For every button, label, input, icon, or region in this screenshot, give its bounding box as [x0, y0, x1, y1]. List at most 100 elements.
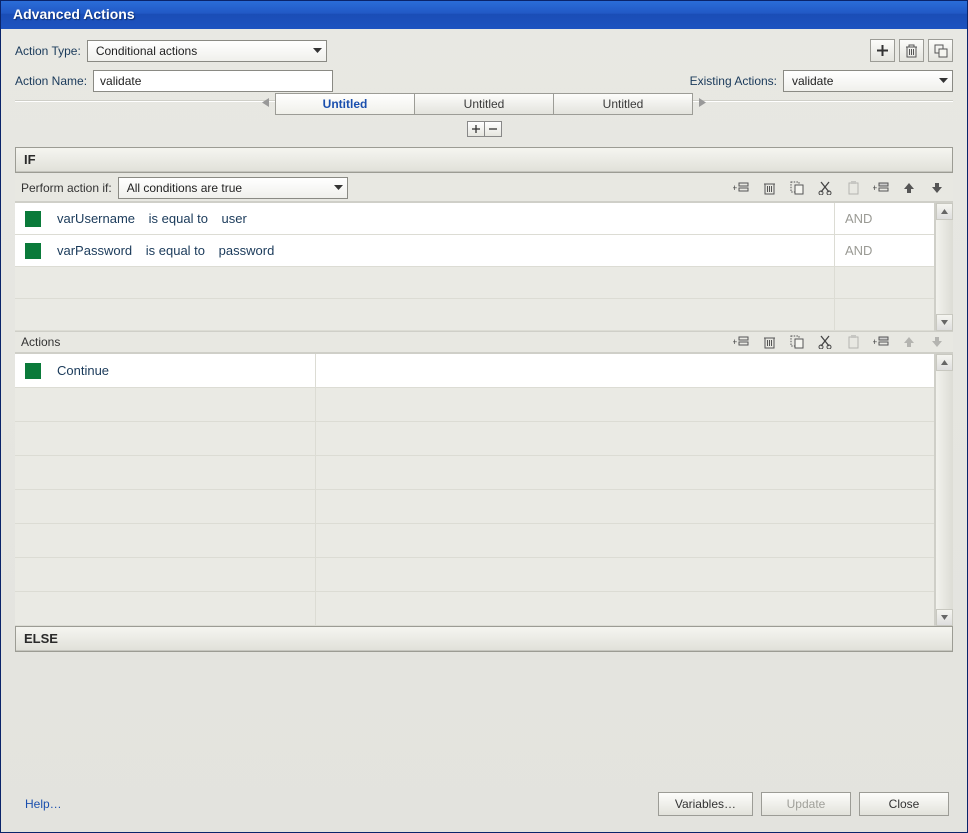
add-tab-button[interactable]: [467, 121, 485, 137]
actions-scrollbar[interactable]: [935, 354, 953, 626]
move-condition-down-button[interactable]: [929, 180, 945, 196]
actions-subheader: Actions + +: [15, 331, 953, 353]
chevron-down-icon: [303, 48, 322, 54]
chevron-down-icon: [324, 185, 343, 191]
condition-join[interactable]: AND: [834, 203, 934, 234]
window-titlebar: Advanced Actions: [1, 1, 967, 29]
condition-text: varUsername is equal to user: [51, 211, 834, 226]
tab-add-remove-row: [15, 115, 953, 147]
scroll-up-icon[interactable]: [936, 203, 953, 220]
arrow-down-icon: [931, 336, 943, 348]
condition-row[interactable]: varUsername is equal to user AND: [15, 203, 934, 235]
add-action-button[interactable]: [870, 39, 895, 62]
cut-action-row-button[interactable]: [817, 334, 833, 350]
action-type-dropdown[interactable]: Conditional actions: [87, 40, 327, 62]
condition-join[interactable]: AND: [834, 235, 934, 266]
arrow-up-icon: [903, 182, 915, 194]
chevron-down-icon: [929, 78, 948, 84]
action-row-empty[interactable]: [15, 422, 934, 456]
move-action-down-button[interactable]: [929, 334, 945, 350]
close-button[interactable]: Close: [859, 792, 949, 816]
condition-row[interactable]: varPassword is equal to password AND: [15, 235, 934, 267]
add-row-icon: +: [733, 181, 749, 195]
perform-if-value: All conditions are true: [127, 181, 242, 195]
move-condition-up-button[interactable]: [901, 180, 917, 196]
update-button[interactable]: Update: [761, 792, 851, 816]
row-action-name: Action Name: validate Existing Actions: …: [15, 70, 953, 92]
scroll-down-icon[interactable]: [936, 609, 953, 626]
insert-row-icon: +: [873, 335, 889, 349]
paste-condition-button[interactable]: [845, 180, 861, 196]
condition-row-empty[interactable]: [15, 299, 934, 331]
action-text: Continue: [51, 363, 315, 378]
if-body: Perform action if: All conditions are tr…: [15, 175, 953, 626]
arrow-up-icon: [903, 336, 915, 348]
dialog-footer: Help… Variables… Update Close: [15, 782, 953, 822]
row-marker-icon: [25, 211, 41, 227]
help-link[interactable]: Help…: [19, 797, 62, 811]
action-row-empty[interactable]: [15, 456, 934, 490]
duplicate-icon: [934, 44, 948, 58]
remove-tab-button[interactable]: [484, 121, 502, 137]
existing-actions-dropdown[interactable]: validate: [783, 70, 953, 92]
copy-icon: [790, 335, 804, 349]
conditions-grid: varUsername is equal to user AND varPass…: [15, 203, 935, 331]
conditions-subheader: Perform action if: All conditions are tr…: [15, 175, 953, 202]
add-row-icon: +: [733, 335, 749, 349]
row-action-type: Action Type: Conditional actions: [15, 39, 953, 62]
paste-icon: [847, 335, 860, 349]
condition-text: varPassword is equal to password: [51, 243, 834, 258]
tab-untitled-3[interactable]: Untitled: [553, 93, 693, 115]
scroll-up-icon[interactable]: [936, 354, 953, 371]
action-type-value: Conditional actions: [96, 44, 197, 58]
tab-untitled-2[interactable]: Untitled: [414, 93, 554, 115]
advanced-actions-window: Advanced Actions Action Type: Conditiona…: [0, 0, 968, 833]
insert-action-row-button[interactable]: +: [873, 334, 889, 350]
perform-if-dropdown[interactable]: All conditions are true: [118, 177, 348, 199]
action-row-empty[interactable]: [15, 388, 934, 422]
action-row-empty[interactable]: [15, 592, 934, 626]
decision-tabstrip: Untitled Untitled Untitled: [15, 93, 953, 115]
tab-untitled-1[interactable]: Untitled: [275, 93, 415, 115]
action-name-input[interactable]: validate: [93, 70, 333, 92]
scroll-down-icon[interactable]: [936, 314, 953, 331]
action-params[interactable]: [315, 354, 934, 387]
svg-text:+: +: [873, 337, 877, 347]
add-action-row-button[interactable]: +: [733, 334, 749, 350]
delete-action-row-button[interactable]: [761, 334, 777, 350]
condition-row-empty[interactable]: [15, 267, 934, 299]
tab-scroll-right[interactable]: [693, 98, 712, 110]
paste-action-row-button[interactable]: [845, 334, 861, 350]
delete-action-button[interactable]: [899, 39, 924, 62]
copy-action-row-button[interactable]: [789, 334, 805, 350]
action-row-empty[interactable]: [15, 490, 934, 524]
top-action-icons: [870, 39, 953, 62]
actions-grid: Continue: [15, 354, 935, 626]
insert-condition-button[interactable]: +: [873, 180, 889, 196]
action-row-empty[interactable]: [15, 524, 934, 558]
actions-grid-wrap: Continue: [15, 353, 953, 626]
conditions-scrollbar[interactable]: [935, 203, 953, 331]
if-panel-header: IF: [16, 148, 952, 172]
insert-row-icon: +: [873, 181, 889, 195]
arrow-down-icon: [931, 182, 943, 194]
else-panel[interactable]: ELSE: [15, 626, 953, 652]
cut-condition-button[interactable]: [817, 180, 833, 196]
action-name-value: validate: [100, 74, 141, 88]
add-condition-button[interactable]: +: [733, 180, 749, 196]
window-content: Action Type: Conditional actions Action …: [1, 29, 967, 832]
copy-condition-button[interactable]: [789, 180, 805, 196]
else-panel-header: ELSE: [16, 627, 952, 651]
variables-button[interactable]: Variables…: [658, 792, 753, 816]
actions-toolbar: + +: [733, 334, 945, 350]
tab-scroll-left[interactable]: [256, 98, 275, 110]
conditions-grid-wrap: varUsername is equal to user AND varPass…: [15, 202, 953, 331]
action-row-empty[interactable]: [15, 558, 934, 592]
action-row[interactable]: Continue: [15, 354, 934, 388]
action-name-label: Action Name:: [15, 74, 87, 88]
delete-condition-button[interactable]: [761, 180, 777, 196]
move-action-up-button[interactable]: [901, 334, 917, 350]
trash-icon: [763, 181, 776, 195]
window-title: Advanced Actions: [13, 6, 135, 22]
duplicate-action-button[interactable]: [928, 39, 953, 62]
